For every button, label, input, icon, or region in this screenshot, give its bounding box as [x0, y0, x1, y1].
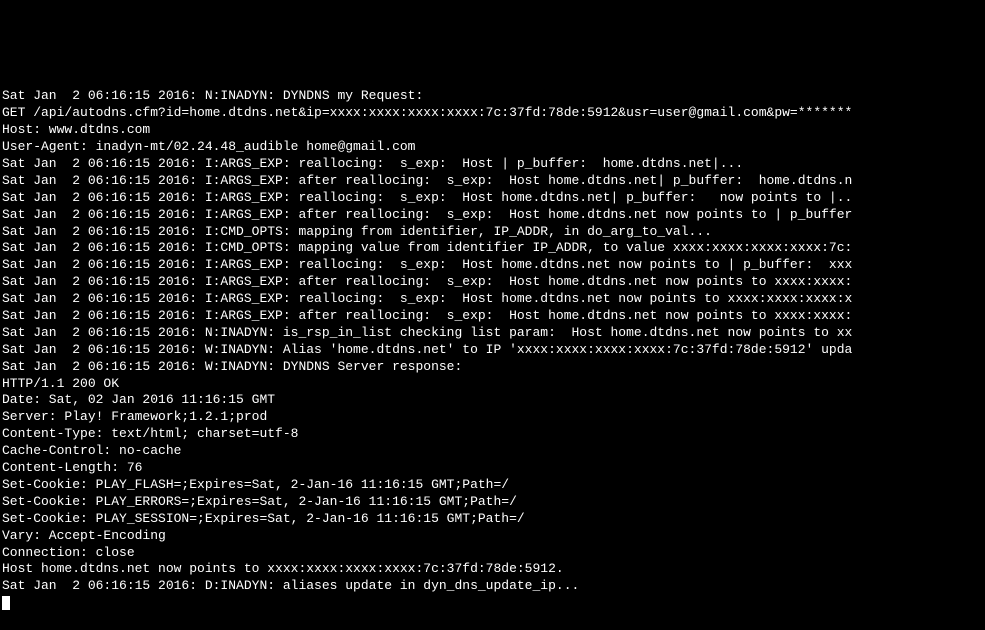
- log-line: Sat Jan 2 06:16:15 2016: D:INADYN: alias…: [2, 578, 983, 595]
- log-line: HTTP/1.1 200 OK: [2, 376, 983, 393]
- terminal-output[interactable]: Sat Jan 2 06:16:15 2016: N:INADYN: DYNDN…: [0, 84, 985, 616]
- terminal-cursor: [2, 596, 10, 610]
- log-line: Content-Type: text/html; charset=utf-8: [2, 426, 983, 443]
- log-line: Host home.dtdns.net now points to xxxx:x…: [2, 561, 983, 578]
- log-line: Sat Jan 2 06:16:15 2016: W:INADYN: Alias…: [2, 342, 983, 359]
- log-line: Sat Jan 2 06:16:15 2016: I:ARGS_EXP: aft…: [2, 274, 983, 291]
- log-line: Sat Jan 2 06:16:15 2016: N:INADYN: is_rs…: [2, 325, 983, 342]
- log-line: Sat Jan 2 06:16:15 2016: I:ARGS_EXP: aft…: [2, 308, 983, 325]
- log-line: Server: Play! Framework;1.2.1;prod: [2, 409, 983, 426]
- log-line: Sat Jan 2 06:16:15 2016: N:INADYN: DYNDN…: [2, 88, 983, 105]
- log-line: Sat Jan 2 06:16:15 2016: W:INADYN: DYNDN…: [2, 359, 983, 376]
- log-line: Sat Jan 2 06:16:15 2016: I:ARGS_EXP: aft…: [2, 173, 983, 190]
- log-line: GET /api/autodns.cfm?id=home.dtdns.net&i…: [2, 105, 983, 122]
- log-line: Sat Jan 2 06:16:15 2016: I:CMD_OPTS: map…: [2, 224, 983, 241]
- log-line: Sat Jan 2 06:16:15 2016: I:ARGS_EXP: rea…: [2, 291, 983, 308]
- log-line: Set-Cookie: PLAY_ERRORS=;Expires=Sat, 2-…: [2, 494, 983, 511]
- log-line: Date: Sat, 02 Jan 2016 11:16:15 GMT: [2, 392, 983, 409]
- log-line: Cache-Control: no-cache: [2, 443, 983, 460]
- log-line: Sat Jan 2 06:16:15 2016: I:ARGS_EXP: rea…: [2, 190, 983, 207]
- log-line: Sat Jan 2 06:16:15 2016: I:CMD_OPTS: map…: [2, 240, 983, 257]
- log-line: Set-Cookie: PLAY_FLASH=;Expires=Sat, 2-J…: [2, 477, 983, 494]
- log-line: Vary: Accept-Encoding: [2, 528, 983, 545]
- log-line: Sat Jan 2 06:16:15 2016: I:ARGS_EXP: rea…: [2, 257, 983, 274]
- log-line: Sat Jan 2 06:16:15 2016: I:ARGS_EXP: rea…: [2, 156, 983, 173]
- log-line: Host: www.dtdns.com: [2, 122, 983, 139]
- log-line: Set-Cookie: PLAY_SESSION=;Expires=Sat, 2…: [2, 511, 983, 528]
- log-line: User-Agent: inadyn-mt/02.24.48_audible h…: [2, 139, 983, 156]
- log-line: Sat Jan 2 06:16:15 2016: I:ARGS_EXP: aft…: [2, 207, 983, 224]
- log-line: Connection: close: [2, 545, 983, 562]
- log-line: Content-Length: 76: [2, 460, 983, 477]
